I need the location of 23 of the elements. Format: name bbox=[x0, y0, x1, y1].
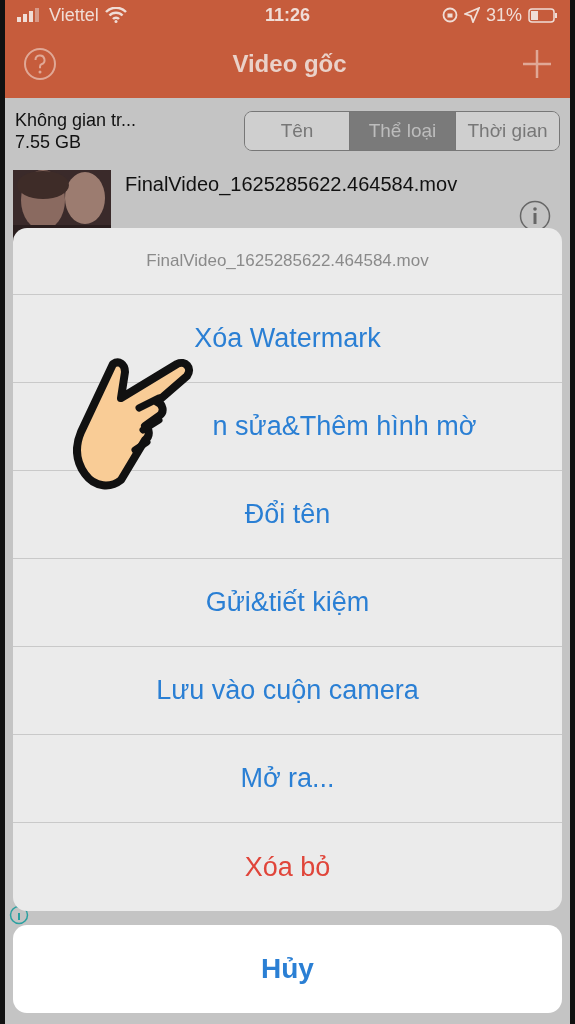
sheet-title: FinalVideo_1625285622.464584.mov bbox=[146, 251, 429, 271]
action-item[interactable]: Mở ra... bbox=[13, 735, 562, 823]
action-item[interactable]: Lưu vào cuộn camera bbox=[13, 647, 562, 735]
help-icon[interactable] bbox=[23, 47, 57, 81]
battery-percent: 31% bbox=[486, 4, 522, 26]
nav-title: Video gốc bbox=[232, 50, 347, 78]
clock-time: 11:26 bbox=[265, 4, 311, 26]
battery-icon bbox=[528, 7, 558, 23]
rotation-lock-icon bbox=[442, 7, 458, 23]
carrier-name: Viettel bbox=[49, 4, 99, 26]
video-file-name[interactable]: FinalVideo_1625285622.464584.mov bbox=[125, 170, 505, 198]
storage-label: Không gian tr... bbox=[15, 109, 137, 131]
add-icon[interactable] bbox=[522, 49, 552, 79]
action-item[interactable]: Gửi&tiết kiệm bbox=[13, 559, 562, 647]
cancel-button[interactable]: Hủy bbox=[13, 925, 562, 1013]
action-item[interactable]: Xóa bỏ bbox=[13, 823, 562, 911]
location-arrow-icon bbox=[464, 7, 480, 23]
storage-value: 7.55 GB bbox=[15, 131, 83, 153]
wifi-icon bbox=[104, 7, 127, 23]
sort-tab[interactable]: Thể loại bbox=[349, 112, 455, 150]
sort-tab[interactable]: Thời gian bbox=[455, 112, 559, 150]
ad-info-icon bbox=[9, 905, 29, 925]
sort-tab[interactable]: Tên bbox=[245, 112, 349, 150]
